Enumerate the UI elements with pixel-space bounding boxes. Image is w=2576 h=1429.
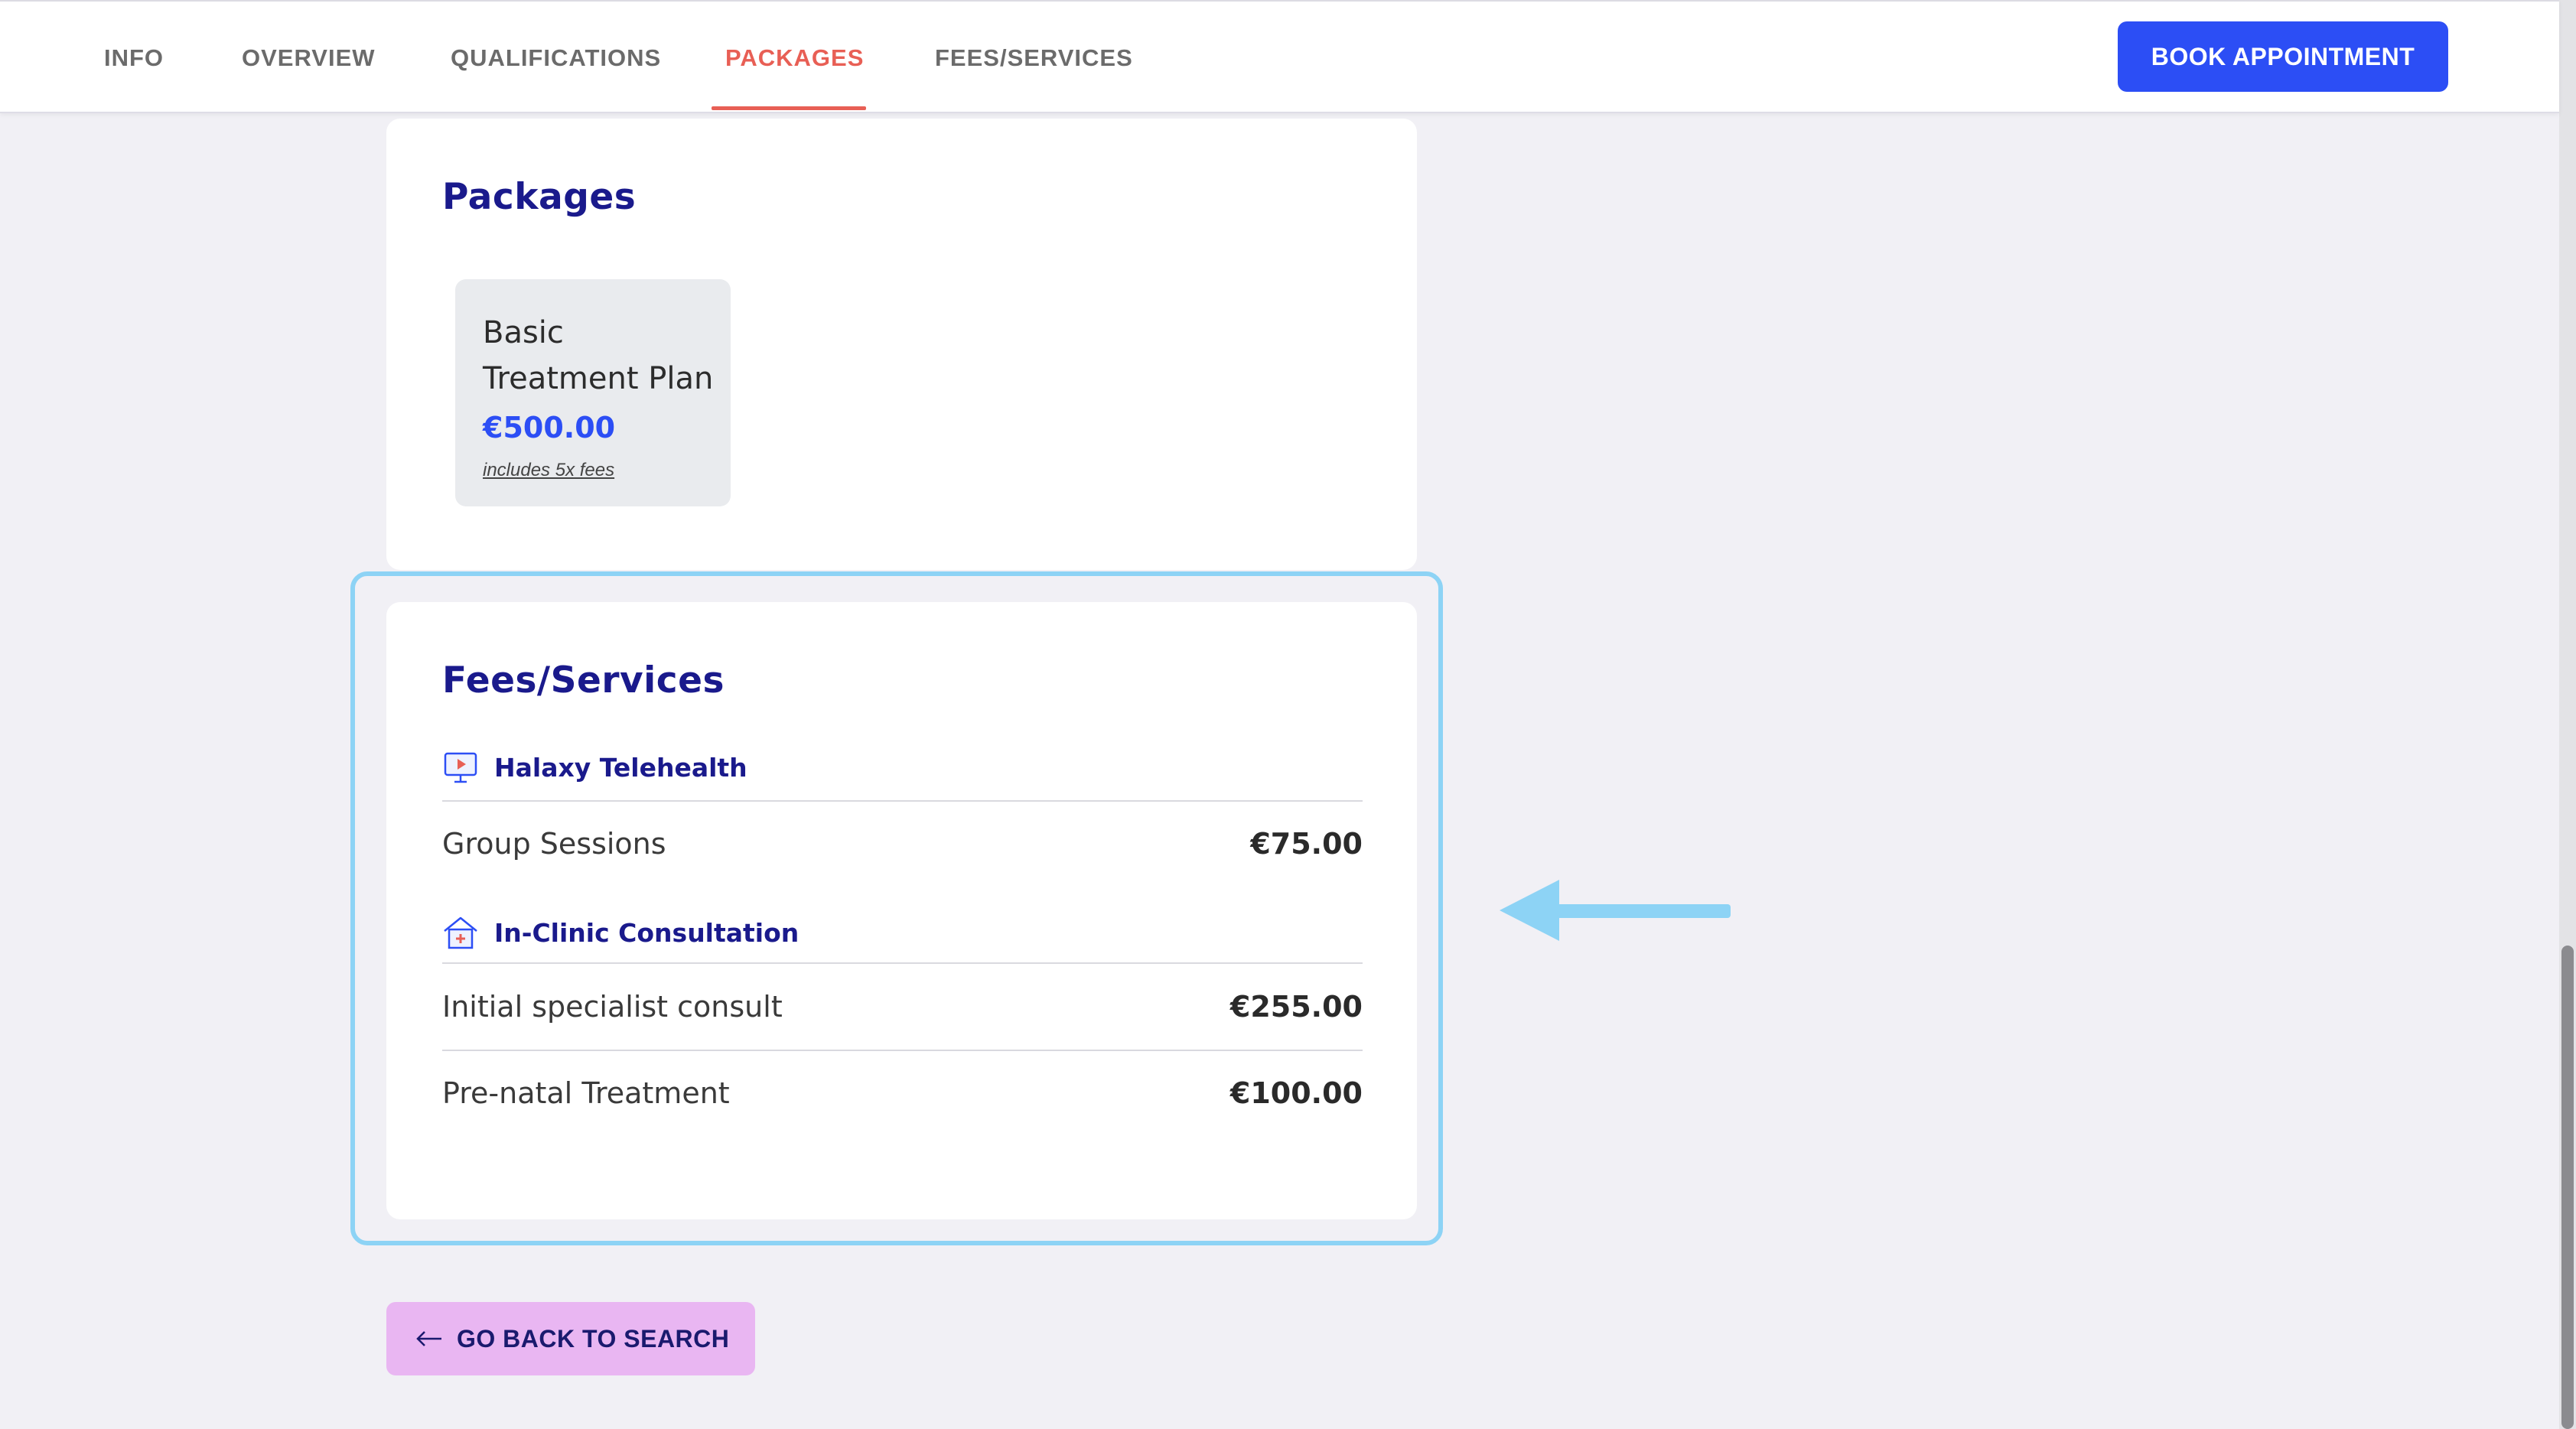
fee-price: €100.00: [1229, 1076, 1363, 1110]
go-back-to-search-button[interactable]: GO BACK TO SEARCH: [386, 1302, 755, 1375]
fee-name: Group Sessions: [442, 827, 666, 861]
telehealth-screen-icon: [444, 752, 477, 783]
divider: [442, 962, 1363, 964]
packages-title: Packages: [442, 176, 637, 218]
active-tab-indicator: [712, 106, 866, 110]
divider: [442, 800, 1363, 802]
clinic-house-icon: [444, 916, 477, 949]
fee-row: Pre-natal Treatment €100.00: [442, 1076, 1363, 1122]
scrollbar-thumb[interactable]: [2561, 946, 2574, 1429]
tab-packages[interactable]: PACKAGES: [725, 44, 864, 72]
fee-row: Group Sessions €75.00: [442, 827, 1363, 873]
fee-price: €255.00: [1229, 990, 1363, 1024]
fee-name: Initial specialist consult: [442, 990, 783, 1024]
vertical-scrollbar[interactable]: [2559, 0, 2576, 1429]
arrow-left-icon: [416, 1331, 441, 1346]
fees-services-card: Fees/Services Halaxy Telehealth Group Se…: [386, 602, 1417, 1219]
back-button-label: GO BACK TO SEARCH: [457, 1324, 730, 1353]
fee-price: €75.00: [1250, 827, 1363, 861]
packages-card: Packages Basic Treatment Plan €500.00 in…: [386, 119, 1417, 570]
fee-group-telehealth: Halaxy Telehealth: [442, 746, 747, 789]
fee-group-label: In-Clinic Consultation: [494, 917, 800, 948]
tab-overview[interactable]: OVERVIEW: [242, 44, 376, 72]
tab-qualifications[interactable]: QUALIFICATIONS: [451, 44, 661, 72]
fee-name: Pre-natal Treatment: [442, 1076, 730, 1110]
fee-row: Initial specialist consult €255.00: [442, 990, 1363, 1036]
tab-info[interactable]: INFO: [104, 44, 164, 72]
package-includes-link[interactable]: includes 5x fees: [483, 460, 614, 481]
fee-group-label: Halaxy Telehealth: [494, 752, 747, 783]
package-price: €500.00: [483, 411, 616, 444]
top-nav-bar: INFO OVERVIEW QUALIFICATIONS PACKAGES FE…: [0, 0, 2559, 113]
fee-group-in-clinic: In-Clinic Consultation: [442, 911, 799, 954]
book-appointment-button[interactable]: BOOK APPOINTMENT: [2118, 21, 2448, 92]
package-tile[interactable]: Basic Treatment Plan €500.00 includes 5x…: [455, 279, 731, 506]
package-name: Basic Treatment Plan: [483, 315, 714, 396]
divider: [442, 1050, 1363, 1051]
fees-title: Fees/Services: [442, 659, 725, 701]
tab-fees-services[interactable]: FEES/SERVICES: [935, 44, 1133, 72]
arrow-left-icon: [1500, 880, 1731, 941]
